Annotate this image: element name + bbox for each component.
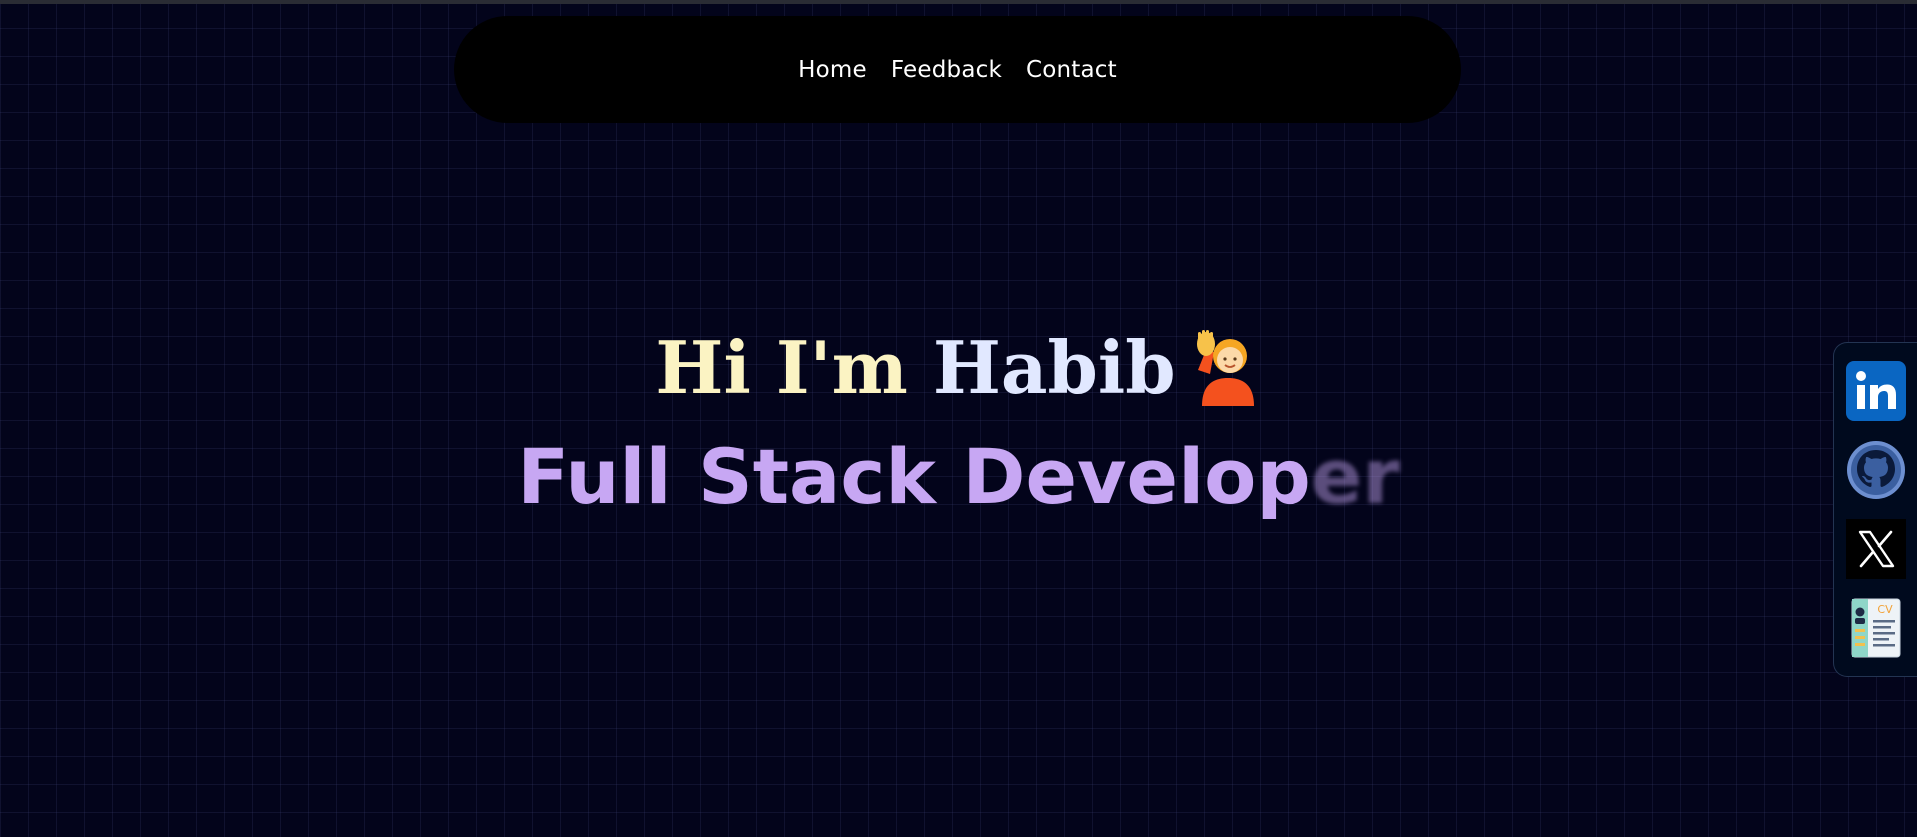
nav-home-link[interactable]: Home: [798, 57, 867, 83]
hero-role: Full Stack Developer: [0, 432, 1917, 522]
nav-contact-link[interactable]: Contact: [1026, 57, 1117, 83]
hero-section: Hi I'm Habib Full Stack Developer: [0, 318, 1917, 522]
greeting-intro: Hi I'm: [655, 325, 933, 410]
page: Home Feedback Contact Hi I'm Habib Full …: [0, 0, 1917, 837]
social-sidebar: CV: [1833, 342, 1917, 677]
navbar: Home Feedback Contact: [454, 16, 1461, 123]
greeting-text: Hi I'm Habib: [655, 318, 1175, 418]
cv-button[interactable]: CV: [1846, 598, 1906, 658]
role-text: Full Stack Develop: [517, 432, 1311, 521]
browser-top-strip: [0, 0, 1917, 4]
greeting-name: Habib: [932, 325, 1176, 410]
github-button[interactable]: [1846, 440, 1906, 500]
svg-text:CV: CV: [1877, 603, 1893, 616]
x-button[interactable]: [1845, 519, 1906, 580]
x-icon: [1845, 519, 1906, 580]
linkedin-button[interactable]: [1845, 360, 1906, 421]
nav-feedback-link[interactable]: Feedback: [891, 57, 1002, 83]
github-icon: [1846, 440, 1905, 499]
hero-greeting: Hi I'm Habib: [655, 318, 1261, 418]
role-text-fading: er: [1310, 432, 1400, 521]
cv-icon: CV: [1851, 598, 1900, 658]
linkedin-icon: [1845, 360, 1906, 421]
waving-person-icon: [1190, 330, 1262, 406]
